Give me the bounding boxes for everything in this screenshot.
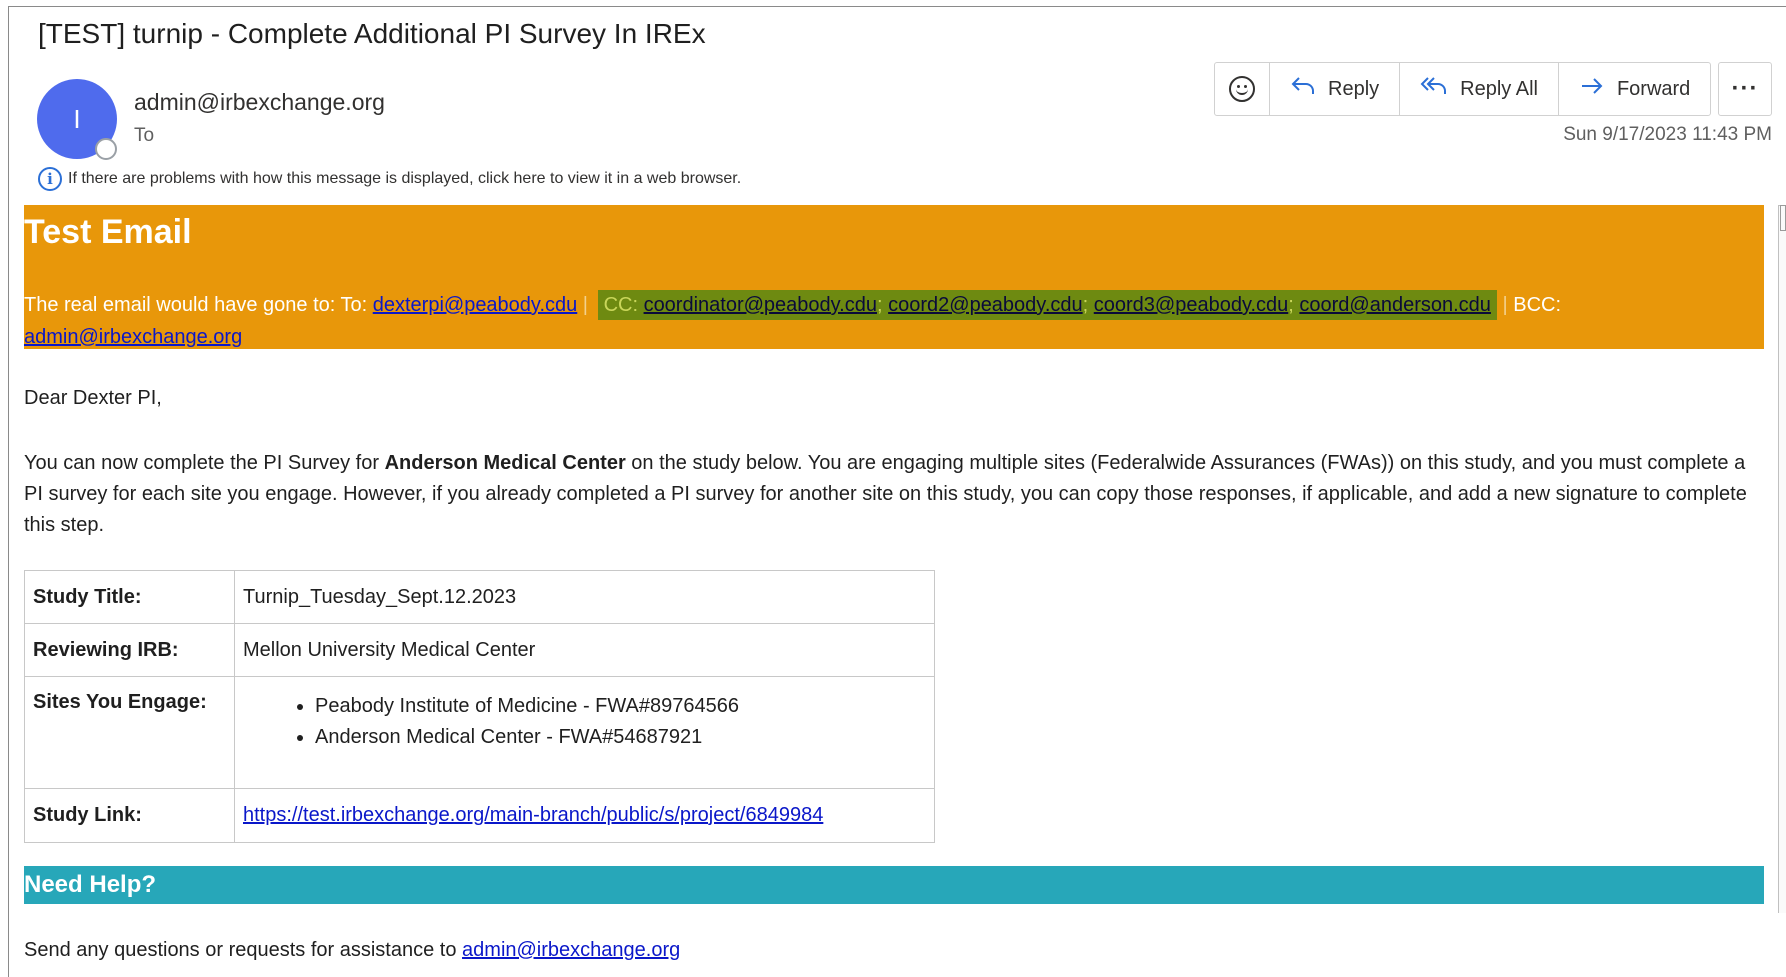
reply-all-arrow-icon [1420, 75, 1448, 104]
infobar-text[interactable]: If there are problems with how this mess… [68, 170, 741, 188]
study-title-label: Study Title: [24, 570, 235, 624]
help-email-link[interactable]: admin@irbexchange.org [462, 939, 680, 961]
sites-label: Sites You Engage: [24, 676, 235, 789]
reviewing-irb-label: Reviewing IRB: [24, 623, 235, 677]
table-row: Reviewing IRB: Mellon University Medical… [24, 623, 935, 677]
cc-email-link[interactable]: coord@anderson.cdu [1299, 294, 1491, 316]
banner-intro: The real email would have gone to: To: [24, 294, 373, 316]
cc-highlight: CC: coordinator@peabody.cdu; coord2@peab… [597, 290, 1497, 320]
email-subject: [TEST] turnip - Complete Additional PI S… [38, 18, 706, 49]
cc-separator: ; [1288, 294, 1300, 316]
cc-email-link[interactable]: coord3@peabody.cdu [1094, 294, 1289, 316]
display-problem-infobar[interactable]: i If there are problems with how this me… [38, 167, 741, 191]
scrollbar-tab[interactable] [1780, 205, 1786, 231]
cc-email-link[interactable]: coordinator@peabody.cdu [644, 294, 877, 316]
intro-paragraph: You can now complete the PI Survey for A… [24, 448, 1769, 541]
table-row: Study Title: Turnip_Tuesday_Sept.12.2023 [24, 570, 935, 624]
reply-all-button[interactable]: Reply All [1400, 63, 1559, 115]
greeting: Dear Dexter PI, [24, 387, 162, 409]
test-email-banner: Test Email The real email would have gon… [24, 205, 1764, 349]
study-link[interactable]: https://test.irbexchange.org/main-branch… [243, 804, 823, 826]
study-title-value: Turnip_Tuesday_Sept.12.2023 [234, 570, 935, 624]
cc-separator: ; [1082, 294, 1094, 316]
separator: | [1496, 294, 1514, 316]
list-item: Peabody Institute of Medicine - FWA#8976… [315, 691, 926, 722]
more-icon: ··· [1731, 75, 1759, 102]
help-text: Send any questions or requests for assis… [24, 939, 463, 961]
message-actions-toolbar: Reply Reply All Forward [1214, 62, 1712, 116]
table-row: Study Link: https://test.irbexchange.org… [24, 788, 935, 843]
sender-address[interactable]: admin@irbexchange.org [134, 89, 385, 116]
study-link-label: Study Link: [24, 788, 235, 843]
banner-title: Test Email [24, 213, 192, 251]
reply-label: Reply [1328, 77, 1380, 100]
list-item: Anderson Medical Center - FWA#54687921 [315, 722, 926, 753]
forward-label: Forward [1616, 77, 1691, 100]
forward-button[interactable]: Forward [1559, 63, 1710, 115]
reply-all-label: Reply All [1460, 77, 1538, 100]
bcc-email-link[interactable]: admin@irbexchange.org [24, 326, 242, 348]
reviewing-irb-value: Mellon University Medical Center [234, 623, 935, 677]
help-line: Send any questions or requests for assis… [24, 939, 680, 962]
presence-status-icon [95, 138, 117, 160]
help-title: Need Help? [24, 871, 157, 898]
vertical-scrollbar[interactable] [1778, 205, 1786, 913]
info-icon: i [38, 167, 62, 191]
to-email-link[interactable]: dexterpi@peabody.cdu [373, 294, 578, 316]
avatar-initial: I [73, 103, 81, 134]
smiley-icon [1229, 76, 1255, 102]
more-actions-button[interactable]: ··· [1718, 62, 1772, 116]
study-link-cell: https://test.irbexchange.org/main-branch… [234, 788, 935, 843]
reaction-button[interactable] [1215, 63, 1270, 115]
site-name-bold: Anderson Medical Center [384, 452, 626, 474]
banner-bcc-line: admin@irbexchange.org [24, 321, 242, 353]
separator: | [577, 294, 594, 316]
reply-arrow-icon [1290, 75, 1316, 104]
cc-label: CC: [603, 294, 644, 316]
reply-button[interactable]: Reply [1270, 63, 1401, 115]
banner-recipients-line: The real email would have gone to: To: d… [24, 289, 1561, 321]
para-text: You can now complete the PI Survey for [24, 452, 385, 474]
need-help-header: Need Help? [24, 866, 1764, 904]
table-row: Sites You Engage: Peabody Institute of M… [24, 676, 935, 789]
bcc-label: BCC: [1513, 294, 1562, 316]
sites-value: Peabody Institute of Medicine - FWA#8976… [234, 676, 935, 789]
to-label: To [134, 125, 155, 146]
forward-arrow-icon [1579, 75, 1605, 104]
study-details-table: Study Title: Turnip_Tuesday_Sept.12.2023… [24, 570, 935, 843]
cc-separator: ; [876, 294, 889, 316]
cc-email-link[interactable]: coord2@peabody.cdu [888, 294, 1083, 316]
message-date: Sun 9/17/2023 11:43 PM [1563, 124, 1772, 145]
sites-list: Peabody Institute of Medicine - FWA#8976… [243, 691, 926, 753]
